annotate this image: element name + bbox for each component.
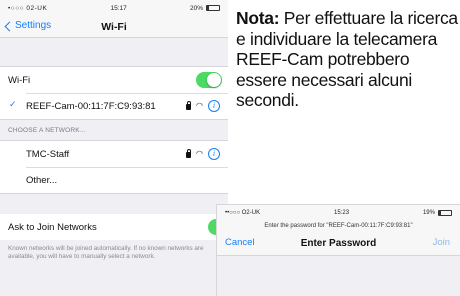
checkmark-icon: ✓ — [9, 99, 17, 109]
info-icon[interactable]: i — [208, 148, 220, 160]
carrier-label: •○○○ 02-UK — [8, 4, 48, 12]
status-time: 15:23 — [334, 209, 350, 216]
battery-icon — [206, 5, 220, 11]
toggle-knob — [207, 73, 221, 87]
other-network-row[interactable]: Other... — [0, 167, 228, 193]
ask-to-join-label: Ask to Join Networks — [8, 221, 97, 233]
battery-indicator: 19% — [422, 209, 452, 216]
carrier-label: ••○○○ O2-UK — [225, 209, 261, 216]
networks-group: TMC-Staff ◠ i Other... — [0, 140, 228, 194]
cancel-button[interactable]: Cancel — [225, 237, 255, 248]
status-bar: ••○○○ O2-UK 15:23 19% — [217, 205, 460, 220]
info-icon[interactable]: i — [208, 100, 220, 112]
wifi-toggle-row: Wi-Fi — [0, 67, 228, 93]
network-name: TMC-Staff — [26, 148, 70, 160]
battery-icon — [437, 209, 452, 216]
password-prompt: Enter the password for "REEF-Cam-00:11:7… — [264, 223, 413, 229]
battery-percent: 20% — [189, 4, 203, 12]
note-label: Nota: — [236, 8, 280, 28]
battery-level — [207, 6, 210, 10]
navigation-bar: Settings Wi-Fi — [0, 16, 228, 38]
lock-icon — [186, 100, 192, 110]
wifi-label: Wi-Fi — [8, 74, 31, 86]
connected-network-name: REEF-Cam-00:11:7F:C9:93:81 — [26, 100, 156, 112]
ask-to-join-row: Ask to Join Networks — [0, 214, 228, 240]
status-time: 15:17 — [110, 4, 127, 12]
password-nav-bar: Cancel Enter Password Join — [217, 232, 460, 256]
instruction-note: Nota: Per effettuare la ricerca e indivi… — [236, 8, 458, 111]
back-label: Settings — [15, 20, 52, 31]
join-button[interactable]: Join — [433, 237, 450, 248]
password-field-area[interactable] — [217, 256, 460, 296]
connected-network-row[interactable]: ✓ REEF-Cam-00:11:7F:C9:93:81 ◠ i — [0, 93, 228, 119]
wifi-group: Wi-Fi ✓ REEF-Cam-00:11:7F:C9:93:81 ◠ i — [0, 66, 228, 120]
settings-back-button[interactable]: Settings — [4, 20, 52, 31]
wifi-signal-icon: ◠ — [196, 149, 203, 158]
password-screen: ••○○○ O2-UK 15:23 19% Enter the password… — [216, 204, 460, 296]
battery-level — [438, 210, 442, 215]
lock-icon — [186, 148, 192, 158]
section-header: CHOOSE A NETWORK... — [8, 127, 86, 134]
network-icons: ◠ i — [186, 100, 220, 112]
other-label: Other... — [26, 174, 58, 186]
battery-indicator: 20% — [190, 5, 220, 12]
ask-to-join-description: Known networks will be joined automatica… — [8, 245, 204, 260]
wifi-signal-icon: ◠ — [196, 101, 203, 110]
wifi-settings-screen: •○○○ 02-UK 15:17 20% Settings Wi-Fi Wi-F… — [0, 0, 228, 296]
battery-percent: 19% — [422, 209, 435, 216]
wifi-toggle[interactable] — [196, 72, 222, 88]
status-bar: •○○○ 02-UK 15:17 20% — [0, 0, 228, 16]
network-row-tmc-staff[interactable]: TMC-Staff ◠ i — [0, 141, 228, 167]
chevron-left-icon — [4, 21, 15, 31]
network-icons: ◠ i — [186, 148, 220, 160]
